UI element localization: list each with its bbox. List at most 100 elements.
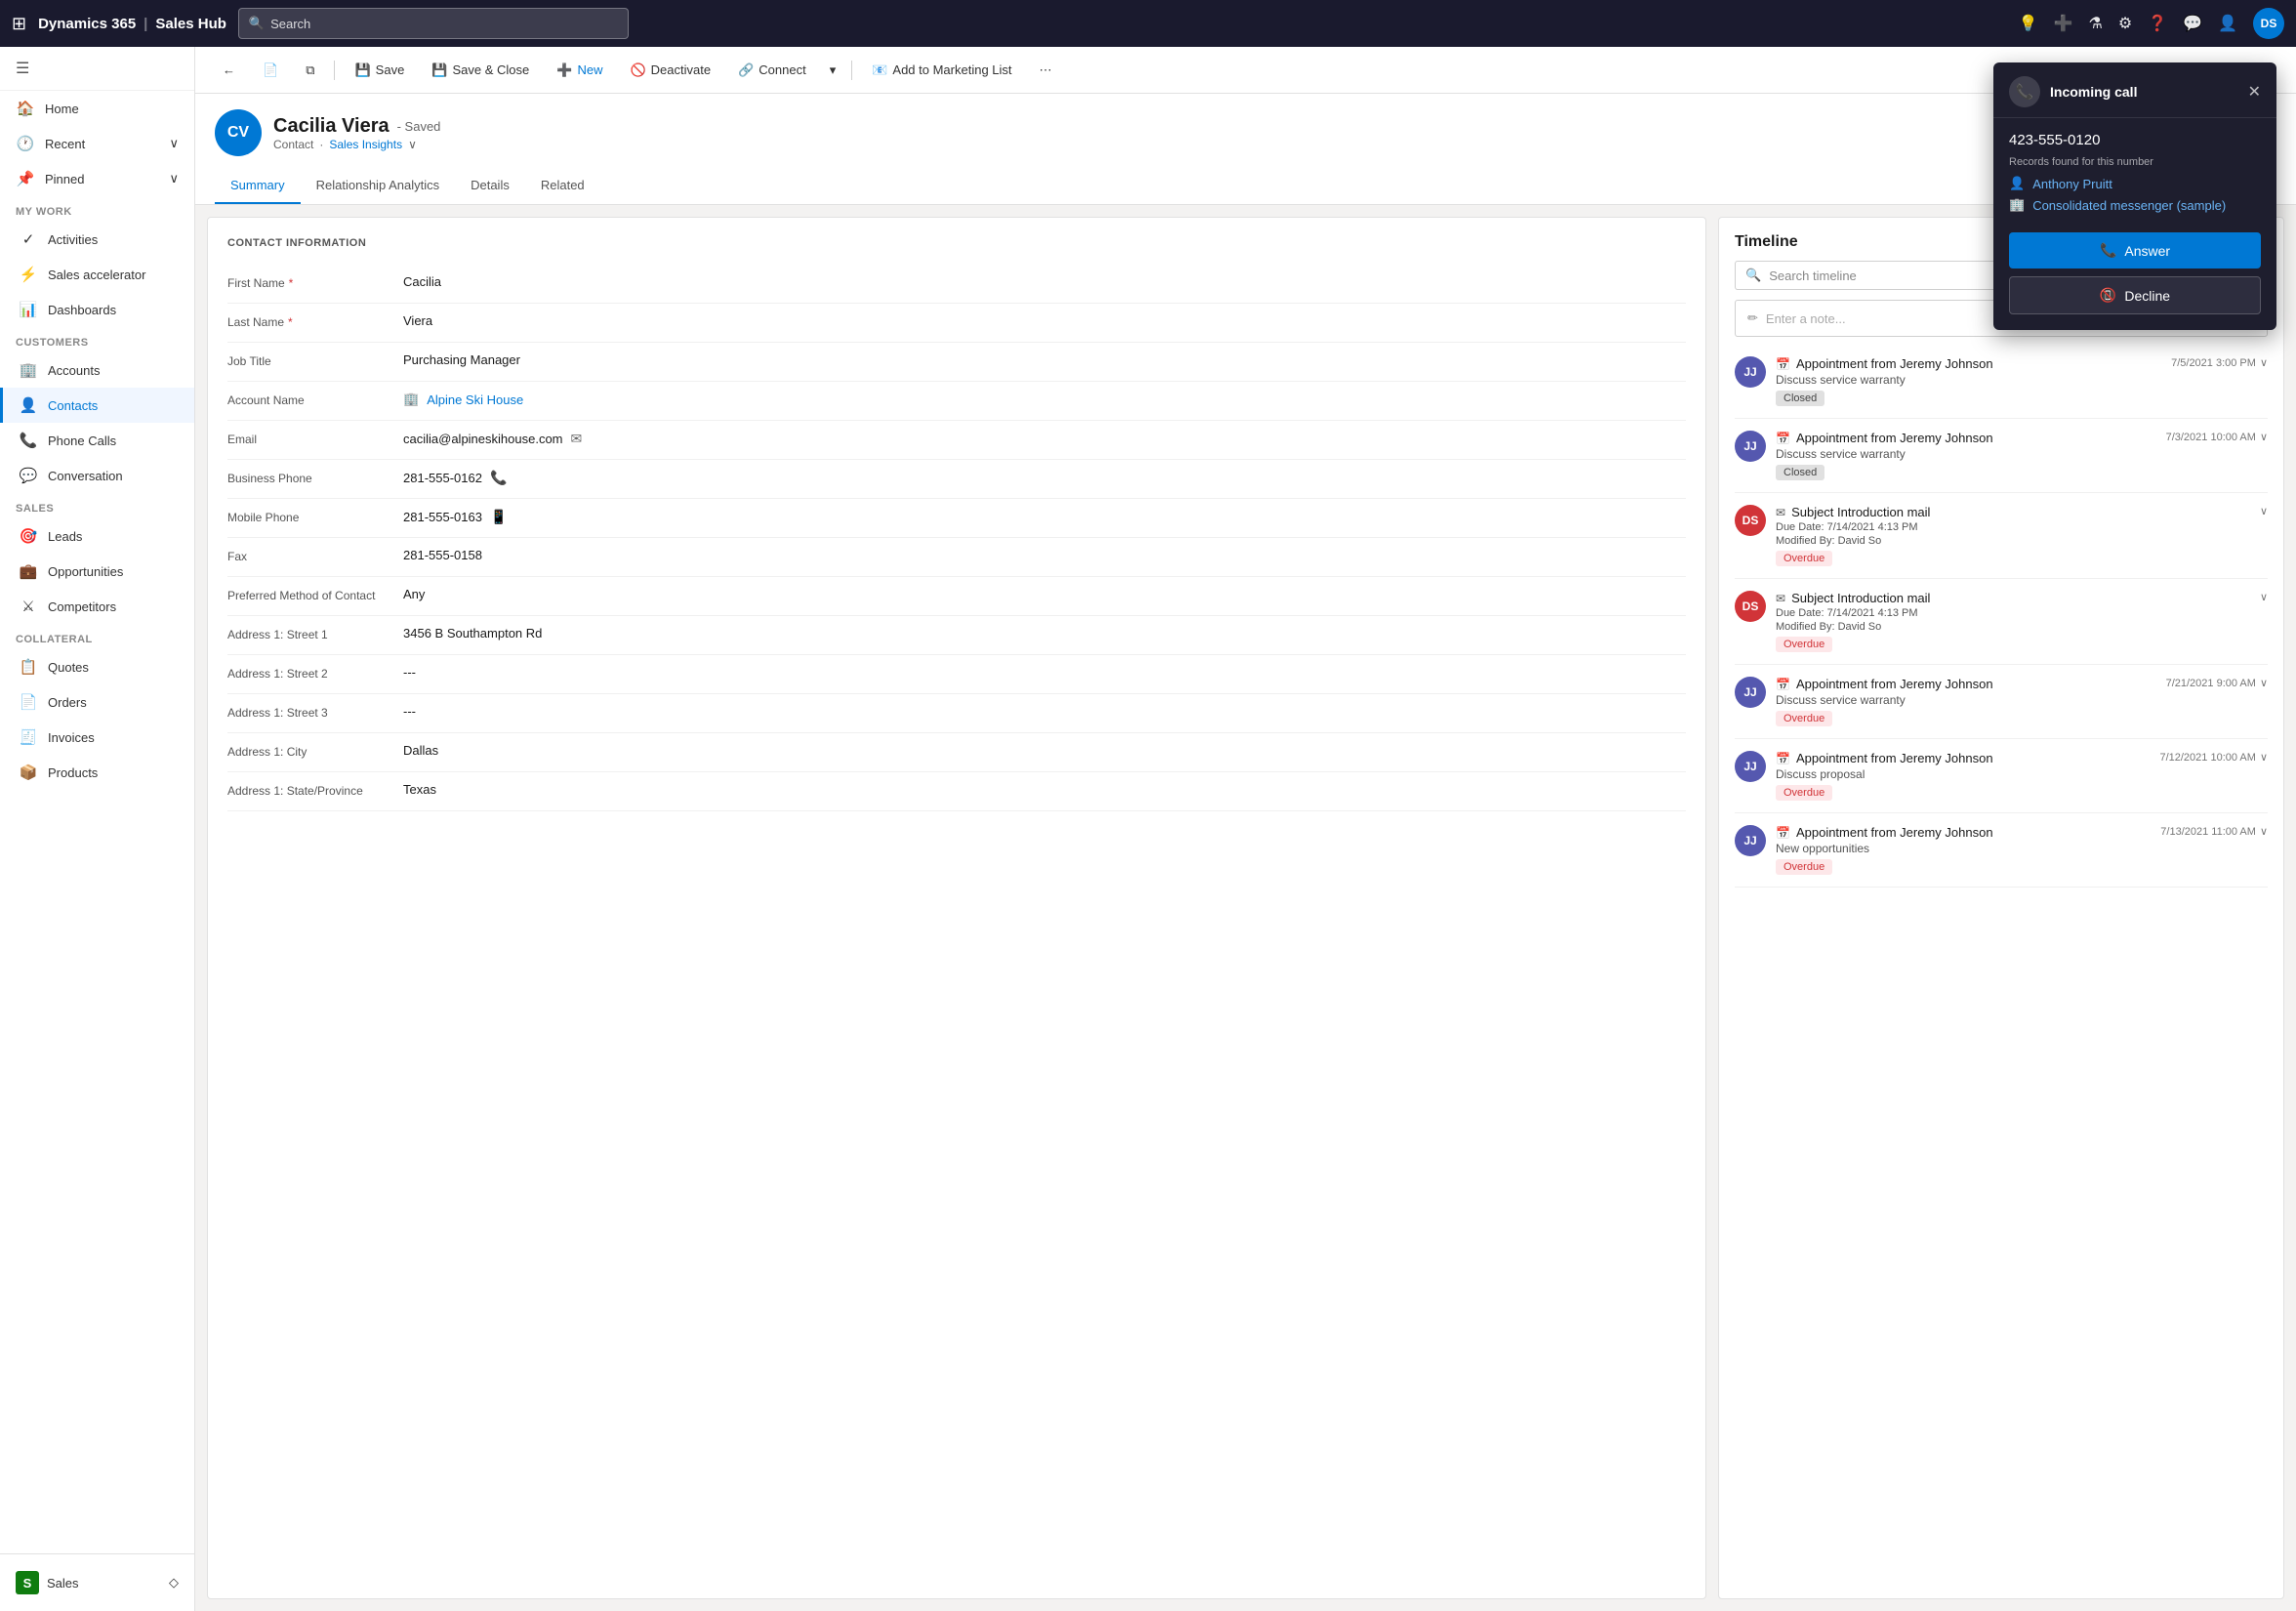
- field-label-business-phone: Business Phone: [227, 470, 403, 485]
- field-row-state: Address 1: State/Province Texas: [227, 772, 1686, 811]
- sidebar-item-recent[interactable]: 🕐 Recent ∨: [0, 126, 194, 161]
- new-button[interactable]: ➕ New: [545, 57, 614, 84]
- status-badge: Overdue: [1776, 551, 1832, 566]
- field-value-street2: ---: [403, 665, 1686, 680]
- sidebar-item-pinned[interactable]: 📌 Pinned ∨: [0, 161, 194, 196]
- back-button[interactable]: ←: [211, 57, 247, 83]
- deactivate-button[interactable]: 🚫 Deactivate: [618, 57, 722, 84]
- sidebar-item-contacts[interactable]: 👤 Contacts: [0, 388, 194, 423]
- add-icon[interactable]: ➕: [2054, 14, 2073, 33]
- timeline-item-title: 📅 Appointment from Jeremy Johnson: [1776, 825, 1993, 840]
- chevron-down-icon[interactable]: ∨: [2260, 505, 2268, 517]
- tab-related[interactable]: Related: [525, 168, 600, 204]
- chevron-down-icon[interactable]: ∨: [2260, 677, 2268, 689]
- sidebar-item-conversation[interactable]: 💬 Conversation: [0, 458, 194, 493]
- contact-panel: CONTACT INFORMATION First Name * Cacilia…: [207, 217, 1706, 1599]
- sidebar-bottom-sales[interactable]: S Sales ◇: [0, 1562, 194, 1603]
- phone-icon: 📞: [2100, 242, 2116, 259]
- decline-button[interactable]: 📵 Decline: [2009, 276, 2261, 314]
- timeline-content: ✉ Subject Introduction mail ∨ Due Date: …: [1776, 591, 2268, 652]
- email-copy-icon[interactable]: ✉: [571, 431, 583, 447]
- chevron-down-icon[interactable]: ∨: [2260, 591, 2268, 603]
- field-label-last-name: Last Name *: [227, 313, 403, 329]
- mobile-call-icon[interactable]: 📱: [490, 509, 507, 525]
- chevron-down-icon[interactable]: ∨: [2260, 825, 2268, 838]
- timeline-item: DS ✉ Subject Introduction mail ∨: [1735, 579, 2268, 665]
- tab-summary[interactable]: Summary: [215, 168, 301, 204]
- search-box[interactable]: 🔍 Search: [238, 8, 629, 39]
- field-row-account-name: Account Name 🏢 Alpine Ski House: [227, 382, 1686, 421]
- sidebar-item-opportunities[interactable]: 💼 Opportunities: [0, 554, 194, 589]
- status-badge: Overdue: [1776, 785, 1832, 801]
- page-button[interactable]: 📄: [251, 57, 290, 84]
- decline-label: Decline: [2124, 288, 2170, 304]
- copy-button[interactable]: ⧉: [294, 57, 326, 84]
- chat-icon[interactable]: 💬: [2183, 14, 2202, 33]
- person-icon[interactable]: 👤: [2218, 14, 2237, 33]
- field-label-job-title: Job Title: [227, 352, 403, 368]
- user-avatar[interactable]: DS: [2253, 8, 2284, 39]
- calendar-icon: 📅: [1776, 678, 1790, 691]
- sidebar-item-phone-calls[interactable]: 📞 Phone Calls: [0, 423, 194, 458]
- sidebar-item-dashboards[interactable]: 📊 Dashboards: [0, 292, 194, 327]
- phone-call-icon[interactable]: 📞: [490, 470, 507, 486]
- chevron-down-icon[interactable]: ∨: [2260, 751, 2268, 764]
- sidebar-item-orders[interactable]: 📄 Orders: [0, 684, 194, 720]
- timeline-item-header: 📅 Appointment from Jeremy Johnson 7/21/2…: [1776, 677, 2268, 691]
- help-icon[interactable]: ❓: [2148, 14, 2167, 33]
- sidebar-item-quotes[interactable]: 📋 Quotes: [0, 649, 194, 684]
- record-header: CV Cacilia Viera - Saved Contact · Sales…: [195, 94, 2296, 205]
- record-insights-link[interactable]: Sales Insights: [329, 138, 402, 151]
- sidebar: ☰ 🏠 Home 🕐 Recent ∨ 📌 Pinned ∨ My Work ✓: [0, 47, 195, 1611]
- calendar-icon: 📅: [1776, 432, 1790, 445]
- deactivate-label: Deactivate: [651, 62, 711, 77]
- lightbulb-icon[interactable]: 💡: [2019, 14, 2038, 33]
- new-label: New: [577, 62, 602, 77]
- tab-relationship[interactable]: Relationship Analytics: [301, 168, 455, 204]
- field-value-account-name[interactable]: 🏢 Alpine Ski House: [403, 392, 1686, 407]
- answer-button[interactable]: 📞 Answer: [2009, 232, 2261, 268]
- cmd-separator: [334, 61, 335, 80]
- popup-close-button[interactable]: ✕: [2248, 82, 2261, 102]
- settings-icon[interactable]: ⚙: [2118, 14, 2132, 33]
- sidebar-item-competitors[interactable]: ⚔ Competitors: [0, 589, 194, 624]
- sidebar-item-accounts[interactable]: 🏢 Accounts: [0, 352, 194, 388]
- chevron-down-icon[interactable]: ∨: [2260, 356, 2268, 369]
- filter-icon[interactable]: ⚗: [2089, 14, 2103, 33]
- more-button[interactable]: ▾: [822, 57, 844, 84]
- account-icon: 🏢: [403, 392, 419, 407]
- field-value-state: Texas: [403, 782, 1686, 797]
- sidebar-opportunities-label: Opportunities: [48, 564, 123, 579]
- avatar: DS: [1735, 505, 1766, 536]
- marketing-button[interactable]: 📧 Add to Marketing List: [860, 57, 1023, 84]
- timeline-search-placeholder: Search timeline: [1769, 268, 1857, 283]
- save-close-button[interactable]: 💾 Save & Close: [420, 57, 541, 84]
- popup-record-anthony[interactable]: 👤 Anthony Pruitt: [2009, 176, 2261, 191]
- sidebar-item-activities[interactable]: ✓ Activities: [0, 222, 194, 257]
- field-row-first-name: First Name * Cacilia: [227, 265, 1686, 304]
- timeline-item-title: ✉ Subject Introduction mail: [1776, 591, 1930, 605]
- popup-record-consolidated[interactable]: 🏢 Consolidated messenger (sample): [2009, 197, 2261, 213]
- timeline-item: JJ 📅 Appointment from Jeremy Johnson 7/2…: [1735, 665, 2268, 739]
- connect-icon: 🔗: [738, 62, 754, 78]
- sidebar-item-products[interactable]: 📦 Products: [0, 755, 194, 790]
- chevron-down-icon[interactable]: ∨: [2260, 431, 2268, 443]
- sidebar-item-sales-accelerator[interactable]: ⚡ Sales accelerator: [0, 257, 194, 292]
- waffle-menu-icon[interactable]: ⊞: [12, 14, 26, 34]
- diamond-icon: ◇: [169, 1575, 179, 1590]
- tab-details[interactable]: Details: [455, 168, 525, 204]
- main-layout: ☰ 🏠 Home 🕐 Recent ∨ 📌 Pinned ∨ My Work ✓: [0, 47, 2296, 1611]
- dropdown-icon[interactable]: ∨: [408, 138, 417, 151]
- cmd-separator-2: [851, 61, 852, 80]
- save-button[interactable]: 💾 Save: [343, 57, 416, 84]
- activities-icon: ✓: [19, 230, 38, 248]
- sidebar-collapse-icon[interactable]: ☰: [16, 59, 29, 78]
- timeline-item-meta: Due Date: 7/14/2021 4:13 PM: [1776, 607, 2268, 619]
- sidebar-item-leads[interactable]: 🎯 Leads: [0, 518, 194, 554]
- field-value-preferred-contact: Any: [403, 587, 1686, 601]
- sidebar-item-invoices[interactable]: 🧾 Invoices: [0, 720, 194, 755]
- page-icon: 📄: [263, 62, 278, 78]
- more2-button[interactable]: ⋯: [1028, 57, 1064, 84]
- connect-button[interactable]: 🔗 Connect: [726, 57, 818, 84]
- sidebar-item-home[interactable]: 🏠 Home: [0, 91, 194, 126]
